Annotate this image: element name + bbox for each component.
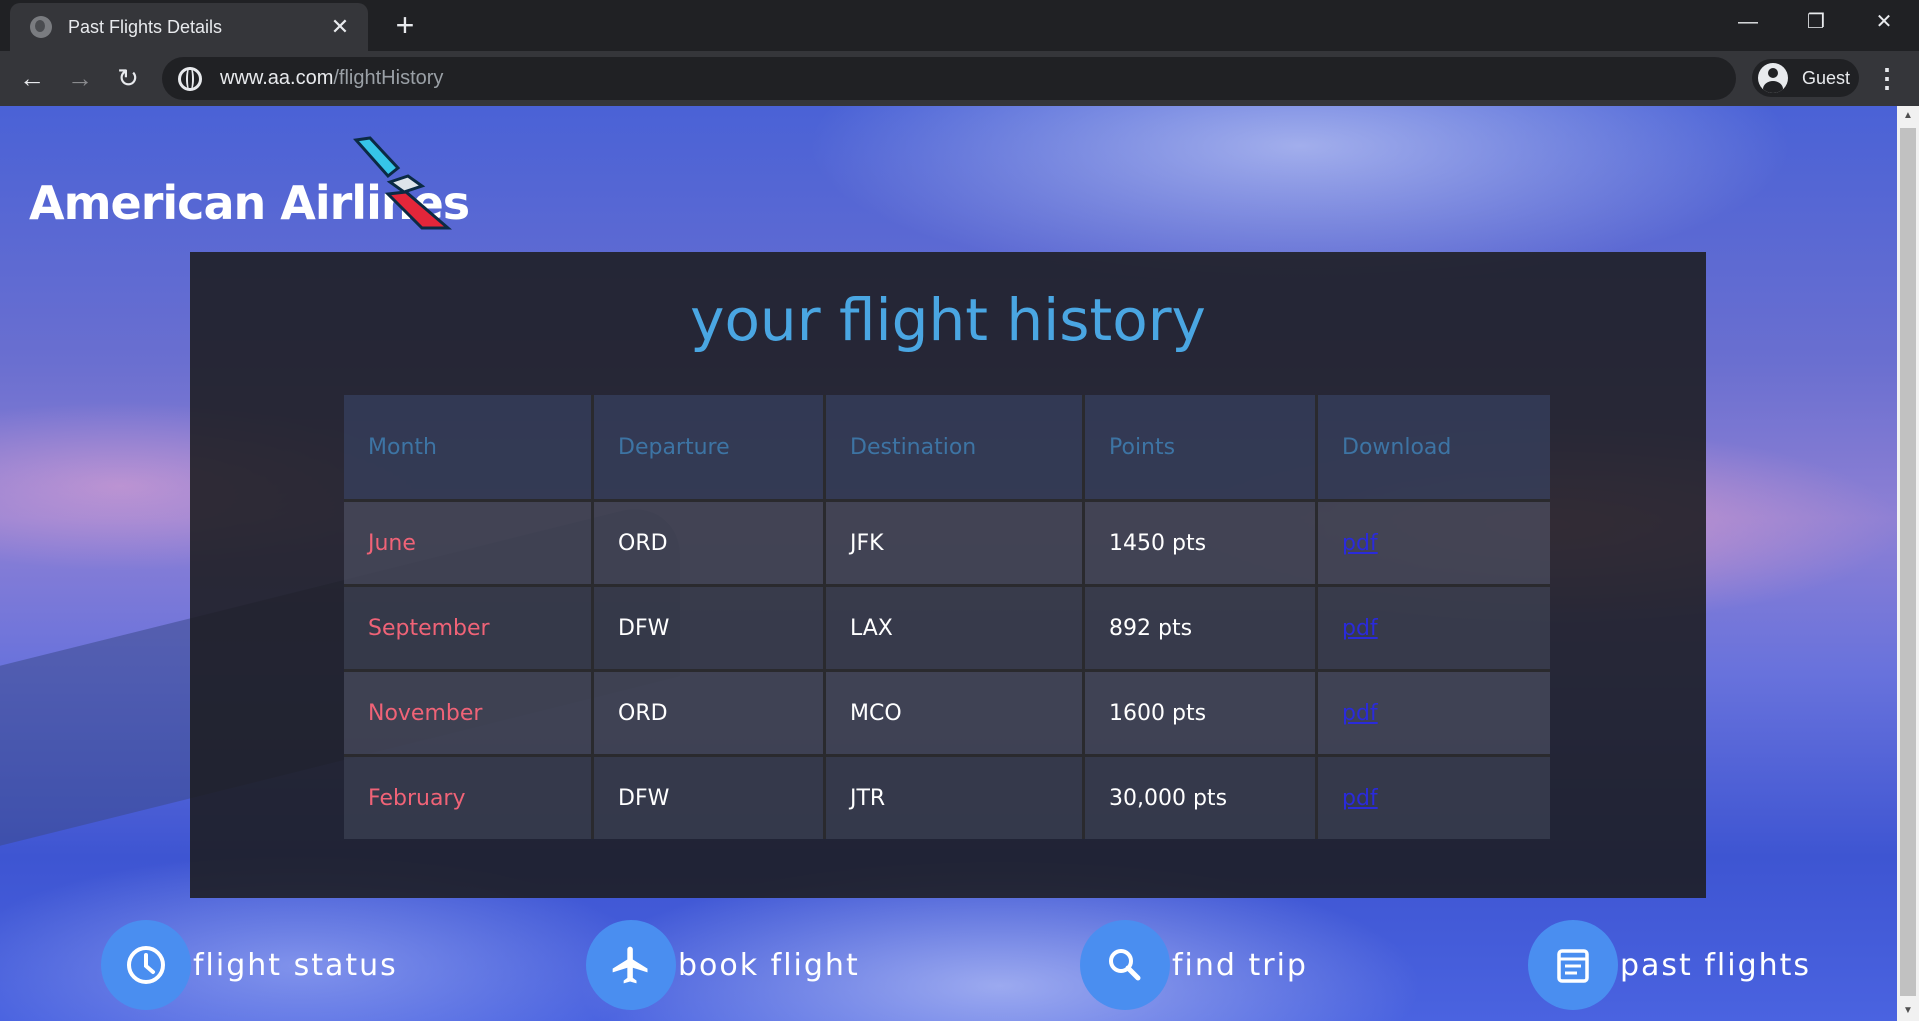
column-header-download: Download — [1318, 395, 1550, 499]
departure-cell: ORD — [594, 672, 826, 754]
month-cell: September — [344, 587, 594, 669]
url-host: www.aa.com — [220, 67, 334, 89]
column-header-destination: Destination — [826, 395, 1085, 499]
download-cell: pdf — [1318, 672, 1550, 754]
browser-toolbar: ← → ↻ www.aa.com/flightHistory Guest ⋮ — [0, 51, 1919, 106]
browser-tab[interactable]: Past Flights Details ✕ — [10, 3, 368, 51]
nav-find-trip[interactable]: find trip — [1080, 920, 1308, 1010]
close-window-button[interactable]: ✕ — [1850, 0, 1918, 44]
tab-close-icon[interactable]: ✕ — [326, 14, 354, 40]
destination-cell: JTR — [826, 757, 1085, 839]
avatar-icon — [1758, 63, 1788, 93]
document-icon — [1528, 920, 1618, 1010]
destination-cell: MCO — [826, 672, 1085, 754]
search-icon — [1080, 920, 1170, 1010]
table-header-row: Month Departure Destination Points Downl… — [344, 395, 1550, 502]
tab-title: Past Flights Details — [68, 16, 223, 37]
page-title: your flight history — [690, 286, 1206, 354]
vertical-scrollbar[interactable]: ▲ ▼ — [1897, 106, 1919, 1021]
clock-icon — [101, 920, 191, 1010]
profile-button[interactable]: Guest — [1752, 59, 1859, 97]
departure-cell: DFW — [594, 587, 826, 669]
reload-button[interactable]: ↻ — [108, 58, 148, 98]
url-text: www.aa.com/flightHistory — [220, 67, 443, 90]
address-bar[interactable]: www.aa.com/flightHistory — [162, 57, 1736, 100]
column-header-month: Month — [344, 395, 594, 499]
scrollbar-thumb[interactable] — [1900, 128, 1916, 996]
url-path: /flightHistory — [333, 67, 444, 89]
download-pdf-link[interactable]: pdf — [1342, 531, 1378, 556]
points-cell: 1450 pts — [1085, 502, 1318, 584]
forward-button[interactable]: → — [60, 58, 100, 98]
download-pdf-link[interactable]: pdf — [1342, 786, 1378, 811]
download-pdf-link[interactable]: pdf — [1342, 701, 1378, 726]
points-cell: 892 pts — [1085, 587, 1318, 669]
download-cell: pdf — [1318, 502, 1550, 584]
month-cell: February — [344, 757, 594, 839]
column-header-points: Points — [1085, 395, 1318, 499]
departure-cell: ORD — [594, 502, 826, 584]
scroll-down-arrow-icon[interactable]: ▼ — [1897, 1001, 1919, 1021]
month-cell: June — [344, 502, 594, 584]
airplane-icon — [586, 920, 676, 1010]
nav-book-flight[interactable]: book flight — [586, 920, 860, 1010]
tab-strip: Past Flights Details ✕ + — ❐ ✕ — [0, 0, 1919, 51]
nav-label: book flight — [678, 947, 860, 983]
destination-cell: JFK — [826, 502, 1085, 584]
nav-label: past flights — [1620, 947, 1812, 983]
points-cell: 30,000 pts — [1085, 757, 1318, 839]
points-cell: 1600 pts — [1085, 672, 1318, 754]
destination-cell: LAX — [826, 587, 1085, 669]
download-cell: pdf — [1318, 757, 1550, 839]
month-cell: November — [344, 672, 594, 754]
globe-favicon-icon — [30, 16, 52, 38]
new-tab-button[interactable]: + — [388, 8, 422, 42]
restore-button[interactable]: ❐ — [1782, 0, 1850, 44]
download-cell: pdf — [1318, 587, 1550, 669]
american-airlines-logo-icon — [353, 136, 452, 230]
flight-history-table: Month Departure Destination Points Downl… — [344, 395, 1550, 839]
page-viewport: American Airlines your flight history Mo… — [0, 106, 1897, 1021]
back-button[interactable]: ← — [12, 58, 52, 98]
minimize-button[interactable]: — — [1714, 0, 1782, 44]
download-pdf-link[interactable]: pdf — [1342, 616, 1378, 641]
browser-menu-button[interactable]: ⋮ — [1872, 59, 1902, 99]
scroll-up-arrow-icon[interactable]: ▲ — [1897, 106, 1919, 126]
column-header-departure: Departure — [594, 395, 826, 499]
nav-past-flights[interactable]: past flights — [1528, 920, 1811, 1010]
table-row: November ORD MCO 1600 pts pdf — [344, 672, 1550, 757]
nav-flight-status[interactable]: flight status — [101, 920, 398, 1010]
profile-label: Guest — [1802, 67, 1851, 88]
table-row: February DFW JTR 30,000 pts pdf — [344, 757, 1550, 839]
table-row: June ORD JFK 1450 pts pdf — [344, 502, 1550, 587]
site-info-icon[interactable] — [178, 66, 202, 91]
departure-cell: DFW — [594, 757, 826, 839]
nav-label: find trip — [1172, 947, 1308, 983]
nav-label: flight status — [193, 947, 398, 983]
flight-history-panel: your flight history Month Departure Dest… — [190, 252, 1706, 898]
table-row: September DFW LAX 892 pts pdf — [344, 587, 1550, 672]
